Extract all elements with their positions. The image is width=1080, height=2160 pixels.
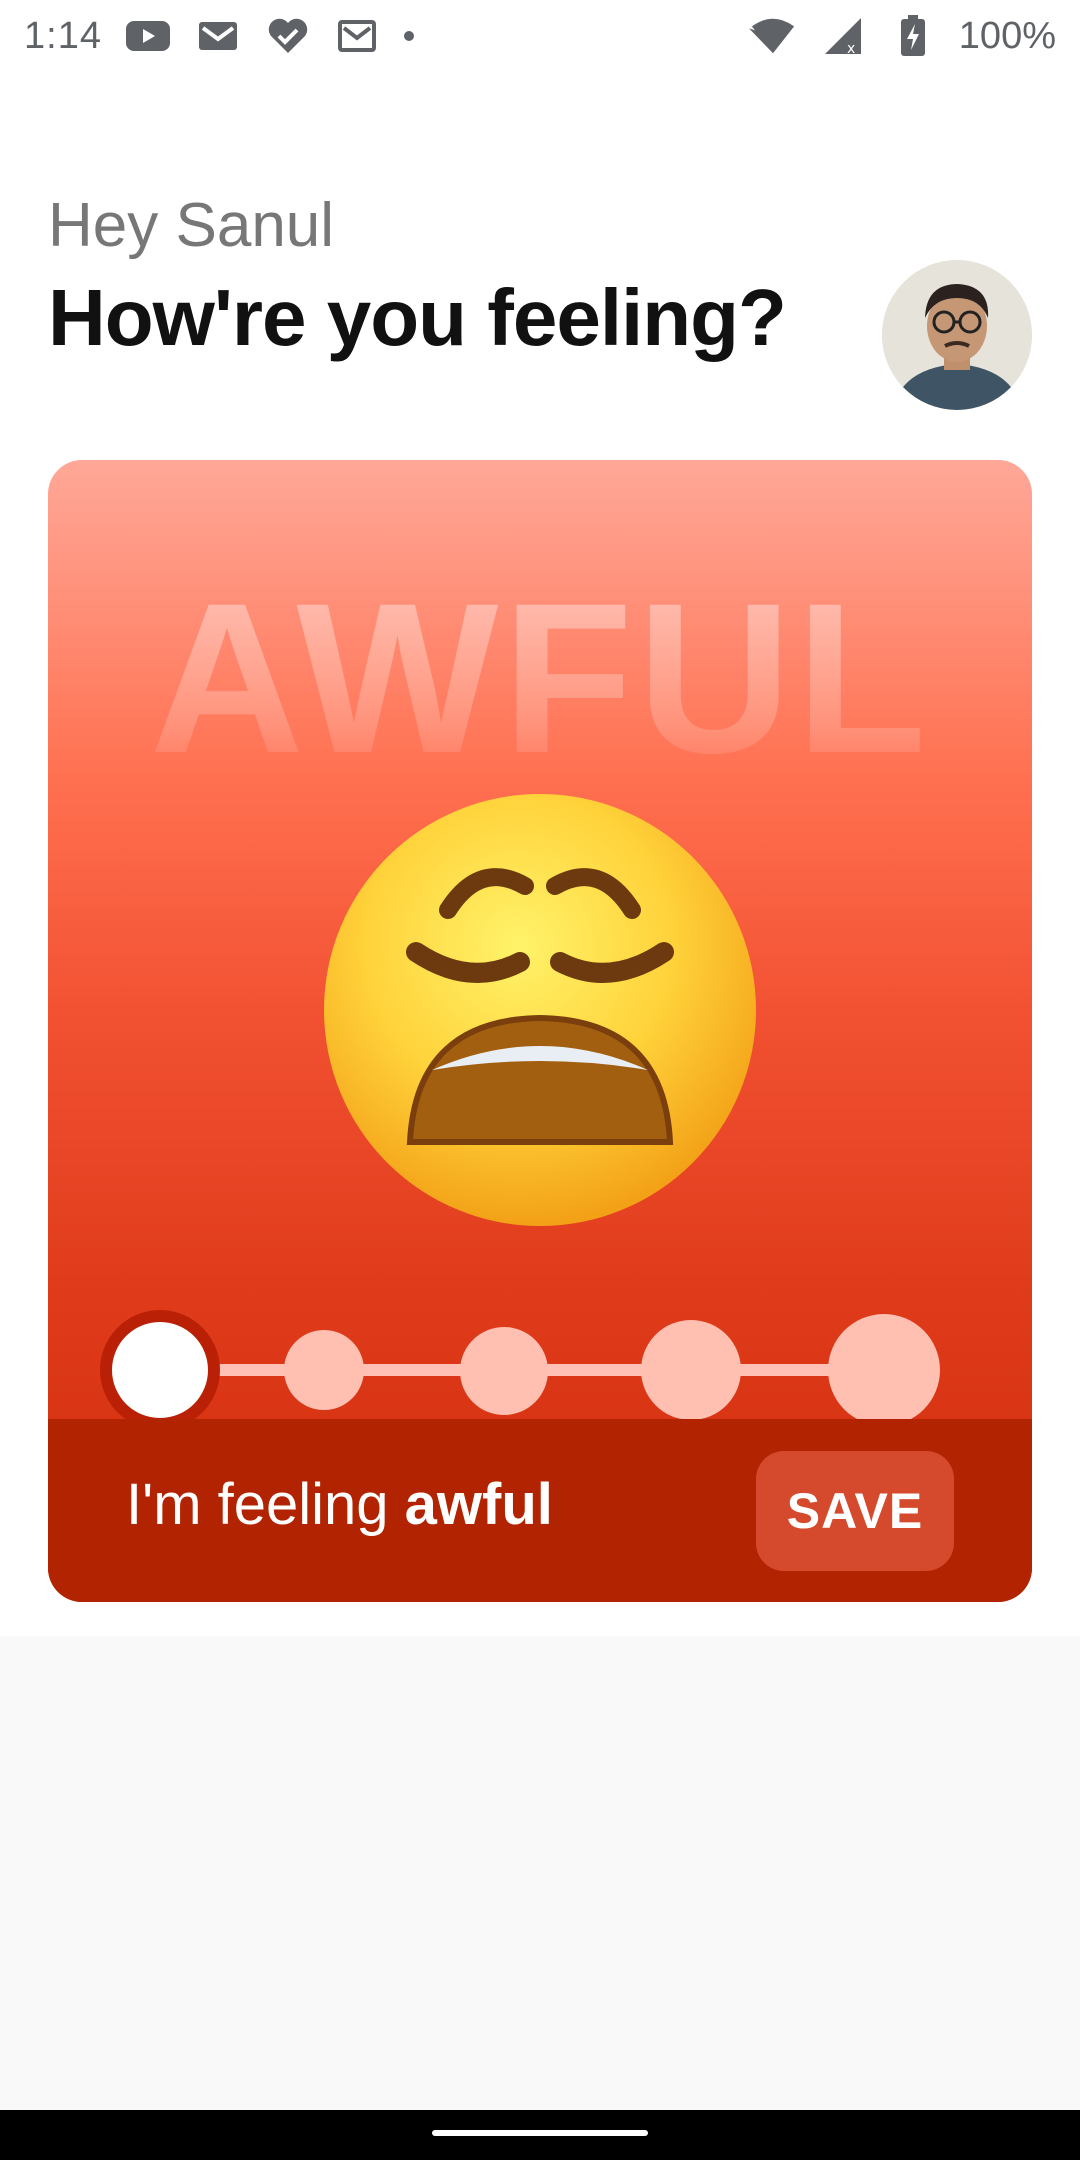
avatar-photo bbox=[882, 260, 1032, 410]
avatar[interactable] bbox=[882, 260, 1032, 410]
save-button[interactable]: SAVE bbox=[756, 1451, 954, 1571]
navigation-bar bbox=[0, 2110, 1080, 2160]
wifi-icon bbox=[748, 12, 797, 60]
feeling-value: awful bbox=[404, 1472, 553, 1537]
header-area: Hey Sanul How're you feeling? AWFUL I'm … bbox=[0, 72, 1080, 1636]
youtube-icon bbox=[124, 12, 172, 60]
feeling-text: I'm feeling awful bbox=[126, 1471, 553, 1538]
page-title: How're you feeling? bbox=[48, 273, 787, 362]
gmail-outline-icon bbox=[334, 12, 382, 60]
battery-charging-icon bbox=[889, 12, 937, 60]
greeting-text: Hey Sanul bbox=[48, 191, 335, 260]
notification-dot-icon bbox=[403, 31, 414, 41]
mood-card: AWFUL I'm feeling awful SAVE bbox=[48, 460, 1032, 1602]
card-footer: I'm feeling awful SAVE bbox=[48, 1419, 1032, 1602]
feeling-prefix: I'm feeling bbox=[126, 1472, 389, 1537]
status-time: 1:14 bbox=[24, 14, 102, 57]
mood-watermark: AWFUL bbox=[149, 559, 931, 798]
gmail-icon bbox=[194, 12, 242, 60]
status-right: x 100% bbox=[748, 12, 1056, 60]
slider-step-5[interactable] bbox=[828, 1314, 940, 1426]
status-left: 1:14 bbox=[24, 12, 414, 60]
status-bar: 1:14 x 100% bbox=[0, 0, 1080, 72]
slider-step-4[interactable] bbox=[641, 1320, 741, 1420]
home-handle[interactable] bbox=[432, 2130, 648, 2136]
slider-step-2[interactable] bbox=[284, 1330, 364, 1410]
battery-percent: 100% bbox=[958, 14, 1056, 57]
slider-step-3[interactable] bbox=[460, 1327, 548, 1415]
signal-icon: x bbox=[819, 12, 867, 60]
svg-text:x: x bbox=[847, 41, 855, 56]
mood-screen: 1:14 x 100% Hey Sanul How're you feeling… bbox=[0, 0, 1080, 2160]
health-heart-icon bbox=[264, 12, 312, 60]
weary-face-emoji-icon bbox=[320, 790, 760, 1230]
slider-step-1[interactable] bbox=[100, 1310, 220, 1430]
